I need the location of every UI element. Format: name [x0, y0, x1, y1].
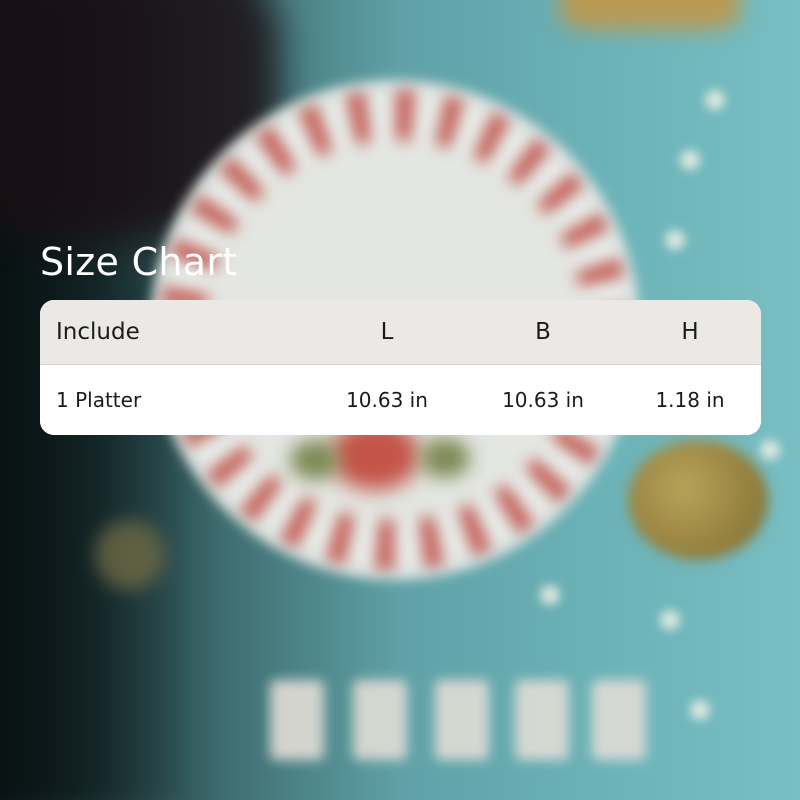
- size-chart-title: Size Chart: [40, 240, 238, 284]
- cell-height: 1.18 in: [655, 387, 725, 412]
- background-gold-ornament: [628, 440, 768, 560]
- background-sparkle: [705, 90, 725, 110]
- column-header-height: H: [619, 300, 761, 365]
- cell-breadth: 10.63 in: [502, 387, 584, 412]
- background-leaf: [290, 440, 340, 480]
- background-ornament: [95, 520, 165, 590]
- cell-include: 1 Platter: [56, 387, 142, 412]
- column-header-breadth: B: [467, 300, 619, 365]
- table-header-row: Include L B H: [40, 300, 761, 365]
- background-tile: [435, 680, 489, 760]
- background-sparkle: [660, 610, 680, 630]
- background-leaf: [420, 438, 470, 478]
- background-tile: [353, 680, 407, 760]
- background-sparkle: [680, 150, 700, 170]
- background-sparkle: [690, 700, 710, 720]
- background-tile: [592, 680, 646, 760]
- background-sparkle: [665, 230, 685, 250]
- table-row: 1 Platter 10.63 in 10.63 in 1.18 in: [40, 364, 761, 435]
- background-gold-top: [560, 0, 740, 30]
- column-header-length: L: [307, 300, 467, 365]
- cell-length: 10.63 in: [346, 387, 428, 412]
- size-chart-table-card: Include L B H 1 Platter 10.63 in 10.63 i…: [40, 300, 761, 435]
- size-chart-table: Include L B H 1 Platter 10.63 in 10.63 i…: [40, 300, 761, 435]
- background-tile: [270, 680, 324, 760]
- background-sparkle: [760, 440, 780, 460]
- column-header-include: Include: [40, 300, 307, 365]
- background-sparkle: [540, 585, 560, 605]
- background-tile: [515, 680, 569, 760]
